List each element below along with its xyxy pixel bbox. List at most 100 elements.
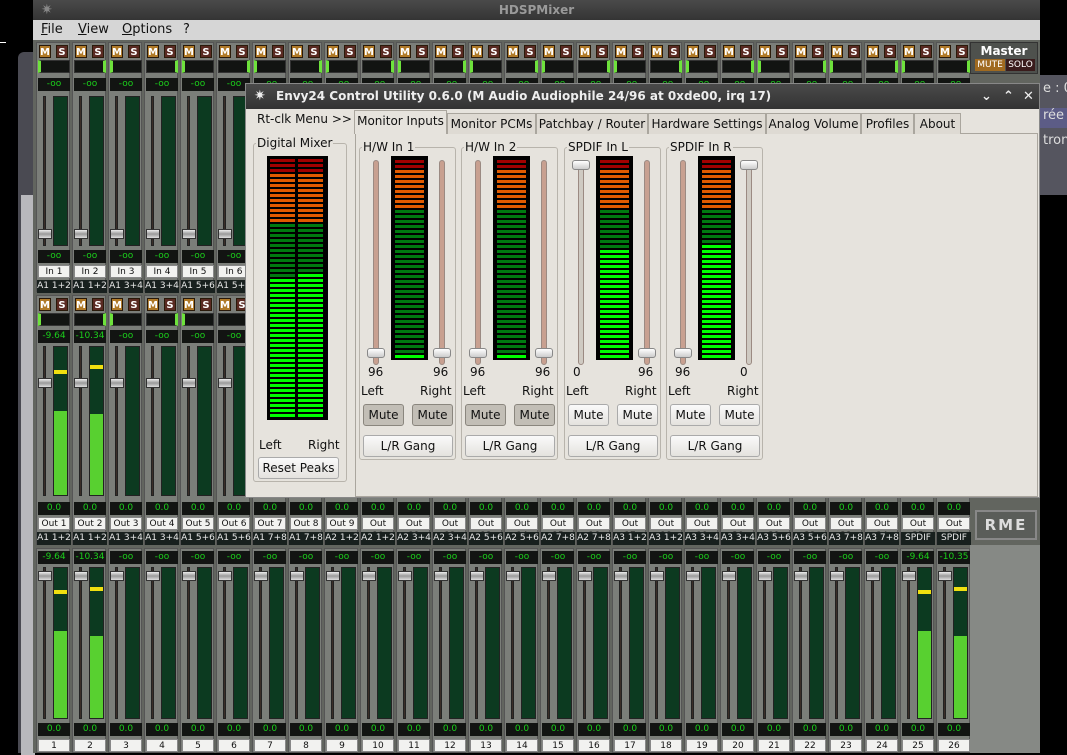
route-label[interactable]: A1 1+2	[37, 280, 71, 293]
mute-button[interactable]: M	[147, 298, 159, 311]
route-label[interactable]: A1 7+8	[253, 532, 287, 545]
channel-name[interactable]: 23	[830, 739, 862, 752]
fader-track[interactable]	[151, 567, 154, 719]
channel-name[interactable]: 17	[614, 739, 646, 752]
channel-name[interactable]: In 2	[74, 265, 106, 278]
fader-knob[interactable]	[110, 378, 124, 389]
channel-name[interactable]: 6	[218, 739, 250, 752]
fader-track[interactable]	[475, 567, 478, 719]
fader-knob[interactable]	[902, 571, 916, 582]
fader-knob[interactable]	[434, 571, 448, 582]
route-label[interactable]: A2 3+4	[433, 532, 467, 545]
solo-button[interactable]: S	[128, 298, 140, 311]
solo-button[interactable]: S	[344, 45, 356, 58]
fader-knob[interactable]	[614, 571, 628, 582]
fader-knob[interactable]	[470, 571, 484, 582]
channel-name[interactable]: Out 20	[722, 517, 754, 541]
menu-view[interactable]: View	[78, 22, 109, 37]
solo-button[interactable]: S	[380, 45, 392, 58]
fader-track[interactable]	[871, 567, 874, 719]
fader-track[interactable]	[727, 567, 730, 719]
channel-name[interactable]: Out 10	[362, 517, 394, 541]
fader-knob[interactable]	[182, 571, 196, 582]
fader-knob[interactable]	[398, 571, 412, 582]
route-label[interactable]: A3 5+6	[793, 532, 827, 545]
tab-profiles[interactable]: Profiles	[861, 113, 914, 134]
fader-track[interactable]	[763, 567, 766, 719]
mute-left-button[interactable]: Mute	[670, 404, 711, 426]
title-bar[interactable]: HDSPMixer	[33, 0, 1040, 20]
route-label[interactable]: A3 5+6	[757, 532, 791, 545]
mute-left-button[interactable]: Mute	[363, 404, 404, 426]
fader-knob[interactable]	[38, 378, 52, 389]
fader-track[interactable]	[223, 567, 226, 719]
mute-button[interactable]: M	[471, 45, 483, 58]
mute-button[interactable]: M	[39, 298, 51, 311]
channel-name[interactable]: Out 8	[290, 517, 322, 530]
fader-track[interactable]	[151, 96, 154, 246]
fader-knob[interactable]	[218, 229, 232, 239]
tab-analog-volume[interactable]: Analog Volume	[766, 113, 861, 134]
route-label[interactable]: A1 3+4	[109, 532, 143, 545]
tab-about[interactable]: About	[914, 113, 961, 134]
fader-knob[interactable]	[866, 571, 880, 582]
fader-track[interactable]	[223, 346, 226, 496]
volume-slider[interactable]	[680, 160, 686, 365]
volume-slider[interactable]	[439, 160, 445, 365]
mute-button[interactable]: M	[543, 45, 555, 58]
volume-slider[interactable]	[475, 160, 481, 365]
fader-track[interactable]	[43, 96, 46, 246]
channel-name[interactable]: 12	[434, 739, 466, 752]
mute-right-button[interactable]: Mute	[719, 404, 760, 426]
tab-patchbay-router[interactable]: Patchbay / Router	[536, 113, 648, 134]
route-label[interactable]: A1 1+2	[73, 280, 107, 293]
fader-track[interactable]	[43, 346, 46, 496]
route-label[interactable]: A3 7+8	[865, 532, 899, 545]
channel-name[interactable]: 4	[146, 739, 178, 752]
slider-knob[interactable]	[433, 348, 451, 358]
mute-button[interactable]: M	[75, 298, 87, 311]
channel-name[interactable]: Out 9	[326, 517, 358, 530]
mute-button[interactable]: M	[435, 45, 447, 58]
fader-track[interactable]	[115, 567, 118, 719]
channel-name[interactable]: 13	[470, 739, 502, 752]
mute-button[interactable]: M	[111, 298, 123, 311]
fader-track[interactable]	[79, 346, 82, 496]
fader-knob[interactable]	[74, 378, 88, 389]
mute-button[interactable]: M	[687, 45, 699, 58]
channel-name[interactable]: Out 16	[578, 517, 610, 541]
route-label[interactable]: A1 1+2	[37, 532, 71, 545]
route-label[interactable]: SPDIF	[937, 532, 971, 545]
fader-track[interactable]	[223, 96, 226, 246]
solo-button[interactable]: S	[236, 45, 248, 58]
route-label[interactable]: A1 5+6	[181, 280, 215, 293]
channel-name[interactable]: In 4	[146, 265, 178, 278]
solo-button[interactable]: S	[596, 45, 608, 58]
title-bar[interactable]: ✷ Envy24 Control Utility 0.6.0 (M Audio …	[246, 84, 1039, 109]
mute-button[interactable]: M	[399, 45, 411, 58]
slider-knob[interactable]	[535, 348, 553, 358]
fader-track[interactable]	[187, 567, 190, 719]
fader-track[interactable]	[835, 567, 838, 719]
route-label[interactable]: A2 5+6	[469, 532, 503, 545]
channel-name[interactable]: 26	[938, 739, 970, 752]
channel-name[interactable]: 8	[290, 739, 322, 752]
route-label[interactable]: A3 1+2	[649, 532, 683, 545]
fader-track[interactable]	[619, 567, 622, 719]
fader-track[interactable]	[79, 567, 82, 719]
channel-name[interactable]: Out 2	[74, 517, 106, 530]
route-label[interactable]: A3 3+4	[685, 532, 719, 545]
route-label[interactable]: A2 5+6	[505, 532, 539, 545]
volume-slider[interactable]	[578, 160, 584, 365]
fader-knob[interactable]	[506, 571, 520, 582]
fader-track[interactable]	[259, 567, 262, 719]
channel-name[interactable]: 15	[542, 739, 574, 752]
mute-button[interactable]: M	[507, 45, 519, 58]
solo-button[interactable]: S	[164, 298, 176, 311]
solo-button[interactable]: S	[776, 45, 788, 58]
solo-button[interactable]: S	[56, 45, 68, 58]
fader-track[interactable]	[583, 567, 586, 719]
fader-track[interactable]	[799, 567, 802, 719]
mute-left-button[interactable]: Mute	[465, 404, 506, 426]
solo-button[interactable]: S	[812, 45, 824, 58]
